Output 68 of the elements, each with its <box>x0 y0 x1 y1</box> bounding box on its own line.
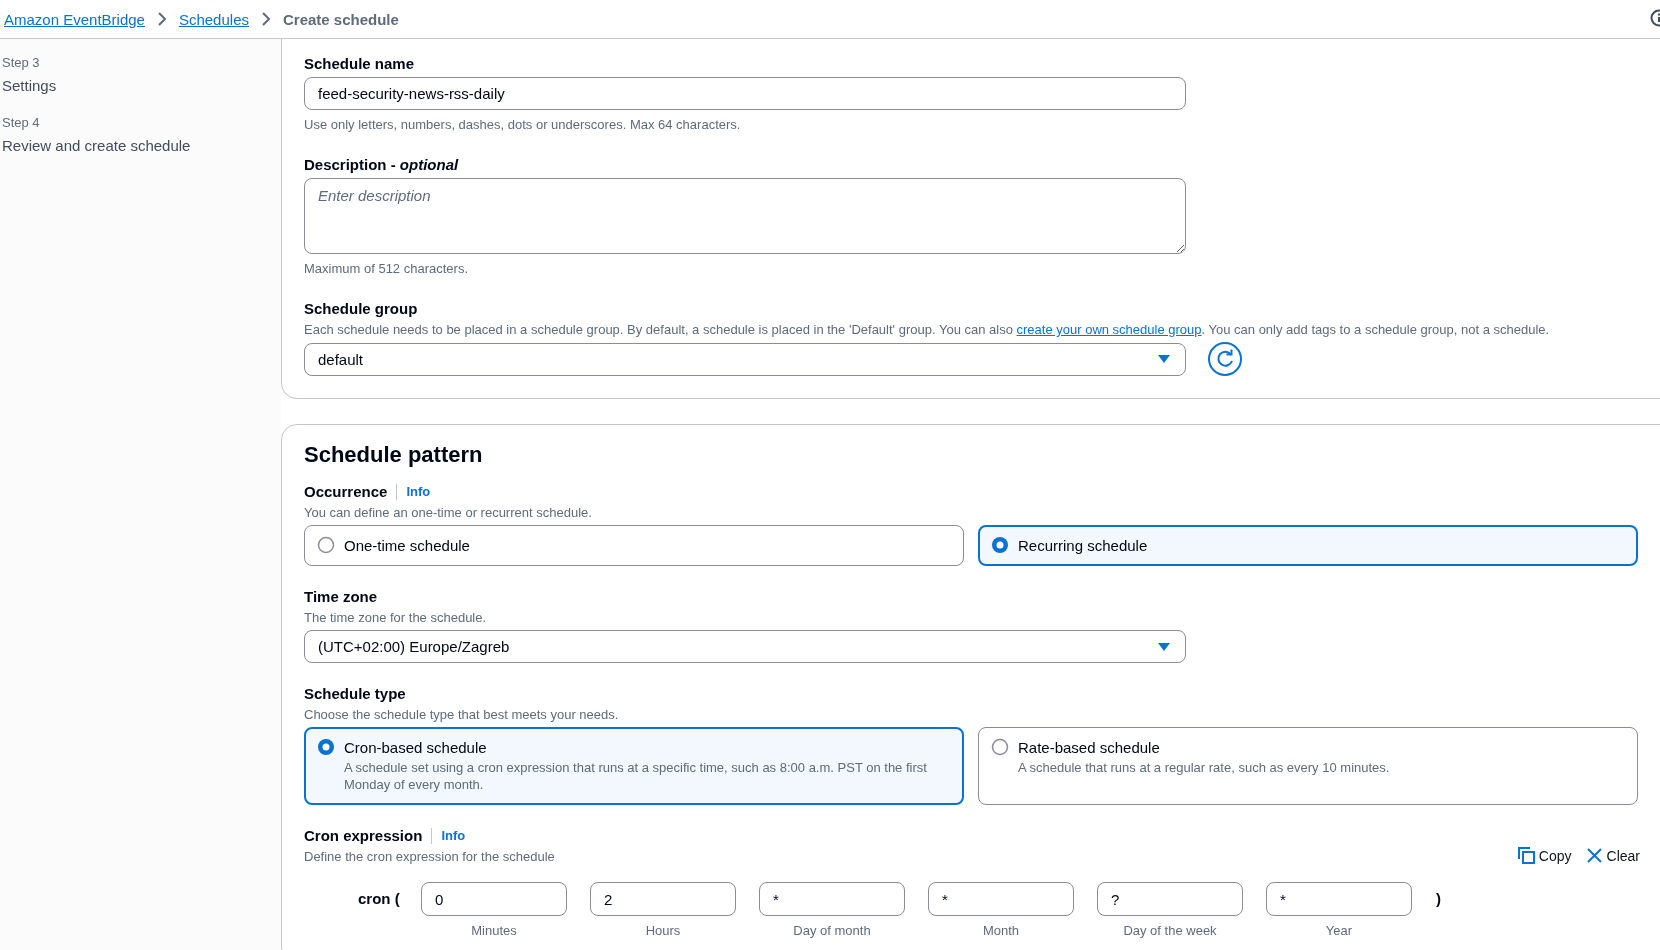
option-label: Cron-based schedule <box>344 738 488 757</box>
close-icon <box>1585 847 1603 864</box>
chevron-right-icon <box>261 12 271 26</box>
field-caption: Month <box>982 922 1020 940</box>
cron-prefix: cron ( <box>358 889 401 909</box>
breadcrumb-current: Create schedule <box>283 10 399 28</box>
info-icon[interactable] <box>1650 9 1660 27</box>
input-field[interactable]: feed-security-news-rss-daily <box>304 77 1186 110</box>
clear-button[interactable]: Clear <box>1585 847 1640 864</box>
input-field[interactable]: 0 <box>421 882 567 916</box>
breadcrumb-link[interactable]: Amazon EventBridge <box>4 10 145 28</box>
radio-tile[interactable]: One-time schedule <box>304 525 964 566</box>
copy-icon <box>1517 847 1535 864</box>
field-label: Occurrence <box>304 482 388 502</box>
caret-down-icon <box>1157 354 1171 364</box>
field-label: Schedule group <box>304 299 418 319</box>
step-number: Step 3 <box>2 54 41 72</box>
refresh-icon <box>1215 349 1235 369</box>
breadcrumb-link[interactable]: Schedules <box>178 10 249 28</box>
hint-text: Use only letters, numbers, dashes, dots or underscores. Max 64 characters. <box>304 116 742 134</box>
step-link[interactable]: Review and create schedule <box>2 135 281 157</box>
caret-down-icon <box>1157 641 1171 652</box>
copy-button[interactable]: Copy <box>1517 847 1572 864</box>
step-number: Step 4 <box>2 114 41 132</box>
radio-tile[interactable]: Rate-based schedule A schedule that runs at a regular rate, such as every 10 minutes. <box>978 727 1638 805</box>
option-label: Rate-based schedule <box>1018 738 1161 757</box>
field-description: Choose the schedule type that best meets your needs. <box>304 706 620 724</box>
section-title: Schedule pattern <box>304 441 484 469</box>
create-group-link[interactable]: create your own schedule group <box>1016 322 1202 337</box>
hint-text: Maximum of 512 characters. <box>304 260 469 278</box>
field-caption: Day of the week <box>1123 922 1217 940</box>
input-field[interactable]: * <box>759 882 905 916</box>
option-description: A schedule set using a cron expression that runs at a specific time, such as 8:00 a.m. PST on the first Monday of every month. <box>344 759 928 793</box>
radio-button[interactable] <box>317 738 335 756</box>
radio-tile[interactable]: Cron-based schedule A schedule set using a cron expression that runs at a specific time, such as 8:00 a.m. PST on the first Monday of every month. <box>304 727 964 805</box>
field-label: Description - optional <box>304 155 459 175</box>
field-description: Define the cron expression for the schedule <box>304 848 555 866</box>
input-field[interactable]: * <box>928 882 1074 916</box>
select-field[interactable]: (UTC+02:00) Europe/Zagreb <box>304 630 1186 663</box>
option-label: Recurring schedule <box>1018 536 1148 555</box>
info-link[interactable]: Info <box>441 826 466 846</box>
field-caption: Minutes <box>471 922 517 940</box>
refresh-button[interactable] <box>1208 342 1242 376</box>
radio-button[interactable] <box>991 536 1009 554</box>
field-description: The time zone for the schedule. <box>304 609 488 627</box>
radio-button[interactable] <box>991 738 1009 756</box>
cron-suffix: ) <box>1436 889 1441 909</box>
radio-tile[interactable]: Recurring schedule <box>978 525 1638 566</box>
input-field[interactable]: ? <box>1097 882 1243 916</box>
field-label: Cron expression <box>304 826 423 846</box>
chevron-right-icon <box>156 12 167 26</box>
info-link[interactable]: Info <box>406 482 431 502</box>
input-field[interactable]: * <box>1266 882 1412 916</box>
field-label: Time zone <box>304 587 378 607</box>
option-label: One-time schedule <box>344 536 470 555</box>
field-description: You can define an one-time or recurrent schedule. <box>304 504 593 522</box>
step-link[interactable]: Settings <box>2 75 281 97</box>
field-label: Schedule name <box>304 54 415 74</box>
description-field[interactable]: Enter description <box>304 178 1186 254</box>
option-description: A schedule that runs at a regular rate, such as every 10 minutes. <box>1018 759 1390 776</box>
field-label: Schedule type <box>304 684 406 704</box>
field-caption: Year <box>1325 922 1353 940</box>
select-field[interactable]: default <box>304 342 1186 376</box>
field-description: Each schedule needs to be placed in a schedule group. By default, a schedule is placed in the 'Default' group. You can also create your own schedule group. You can only add tags to a schedule group, not a schedule. <box>304 321 1551 339</box>
field-caption: Hours <box>645 922 681 940</box>
field-caption: Day of month <box>793 922 871 940</box>
radio-button[interactable] <box>317 536 335 554</box>
input-field[interactable]: 2 <box>590 882 736 916</box>
